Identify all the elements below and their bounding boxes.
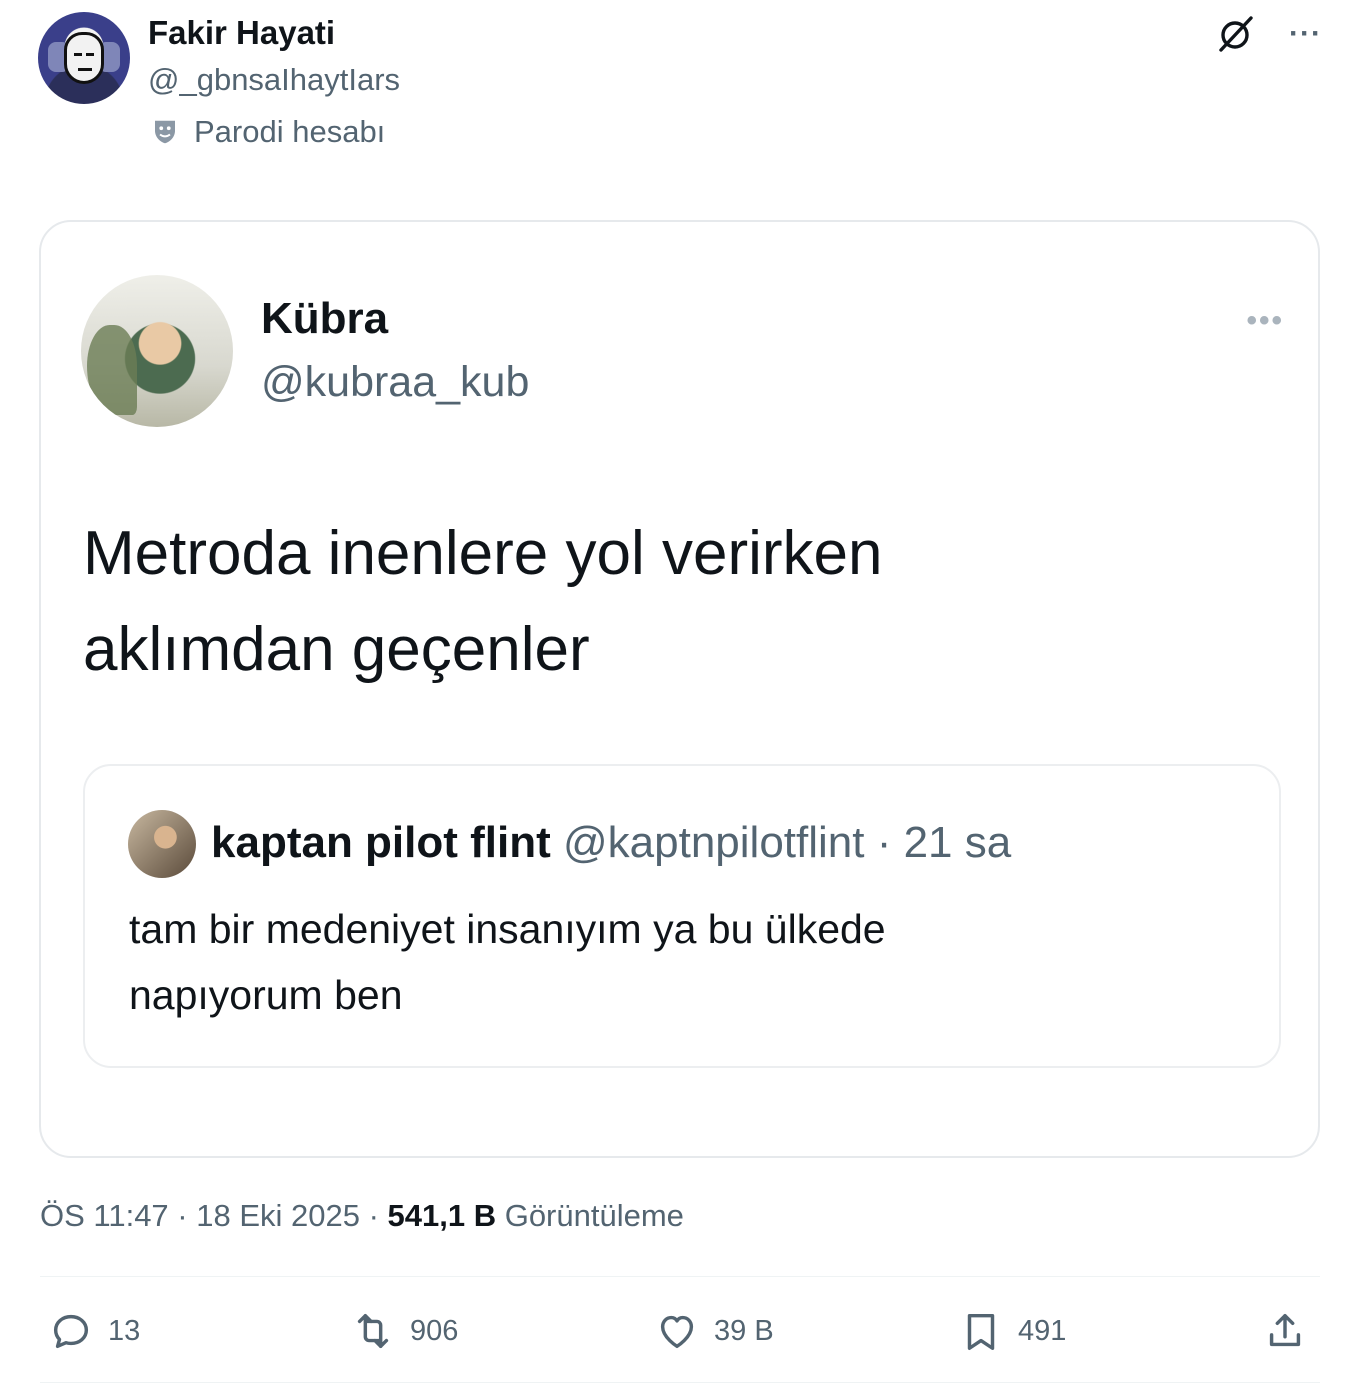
author-handle[interactable]: @_gbnsaIhaytIars — [148, 62, 400, 98]
tweet-time[interactable]: ÖS 11:47 · 18 Eki 2025 · — [40, 1198, 388, 1233]
theater-mask-icon — [155, 120, 175, 144]
quoted-tweet-text: Metroda inenlere yol verirken aklımdan g… — [83, 506, 1083, 698]
inner-quote-avatar — [128, 810, 196, 878]
quoted-author-name: Kübra — [261, 294, 389, 343]
avatar-eye — [74, 53, 82, 56]
tweet-timestamp: ÖS 11:47 · 18 Eki 2025 · 541,1 B Görüntü… — [40, 1198, 684, 1234]
avatar-mouth — [78, 68, 92, 71]
quoted-more-icon: ••• — [1246, 304, 1284, 337]
avatar-plant — [87, 325, 137, 415]
bookmark-count: 491 — [1018, 1314, 1067, 1347]
author-name[interactable]: Fakir Hayati — [148, 14, 335, 52]
inner-quote-header: kaptan pilot flint @kaptnpilotflint · 21… — [211, 818, 1011, 868]
quoted-author-avatar — [81, 275, 233, 427]
retweet-icon — [357, 1313, 389, 1349]
reply-icon — [53, 1314, 89, 1349]
views-label: Görüntüleme — [496, 1198, 684, 1233]
quoted-text-line: aklımdan geçenler — [83, 615, 590, 684]
avatar-face — [64, 32, 104, 84]
author-avatar[interactable] — [38, 12, 130, 104]
bookmark-button[interactable]: 491 — [958, 1308, 1066, 1354]
reply-count: 13 — [108, 1314, 141, 1347]
parody-label: Parodi hesabı — [150, 114, 385, 150]
inner-quote-name: kaptan pilot flint — [211, 818, 551, 867]
grok-icon[interactable] — [1215, 14, 1255, 54]
header-actions: ··· — [1215, 14, 1322, 54]
divider — [40, 1276, 1320, 1277]
share-icon — [1269, 1313, 1301, 1347]
retweet-button[interactable]: 906 — [350, 1308, 458, 1354]
parody-label-text: Parodi hesabı — [194, 114, 386, 149]
inner-quote-meta: @kaptnpilotflint · 21 sa — [550, 818, 1012, 867]
share-button[interactable] — [1262, 1308, 1308, 1354]
inner-quote-text: tam bir medeniyet insanıyım ya bu ülkede… — [129, 896, 1229, 1028]
bookmark-icon — [967, 1313, 995, 1350]
like-button[interactable]: 39 B — [654, 1308, 774, 1354]
reply-button[interactable]: 13 — [48, 1308, 140, 1354]
tweet-media-image[interactable]: Kübra @kubraa_kub ••• Metroda inenlere y… — [39, 220, 1320, 1158]
like-count: 39 B — [714, 1314, 774, 1347]
divider — [40, 1382, 1320, 1383]
avatar-eye — [86, 53, 94, 56]
views-count: 541,1 B — [387, 1198, 497, 1233]
action-bar: 13 906 39 B 491 — [40, 1300, 1320, 1364]
retweet-count: 906 — [410, 1314, 459, 1347]
inner-quote-card: kaptan pilot flint @kaptnpilotflint · 21… — [83, 764, 1281, 1068]
heart-icon — [660, 1315, 694, 1349]
inner-quote-text-line: tam bir medeniyet insanıyım ya bu ülkede — [129, 906, 886, 952]
quoted-text-line: Metroda inenlere yol verirken — [83, 519, 883, 588]
quoted-author-handle: @kubraa_kub — [261, 358, 530, 406]
inner-quote-text-line: napıyorum ben — [129, 972, 403, 1018]
more-icon[interactable]: ··· — [1289, 17, 1322, 51]
